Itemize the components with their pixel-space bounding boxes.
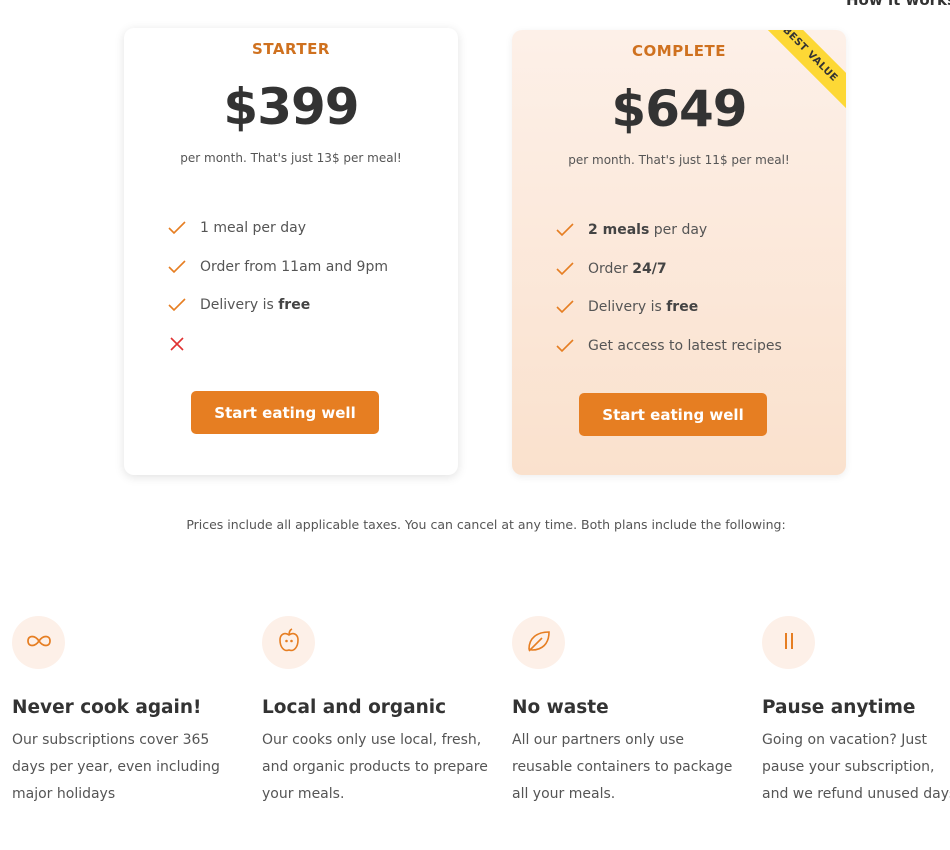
- plan-feature-text: 1 meal per day: [200, 220, 306, 237]
- plan-feature-list: 2 meals per day Order 24/7 Delivery is f…: [554, 211, 782, 365]
- checkmark-icon: [166, 217, 188, 239]
- checkmark-icon: [554, 219, 576, 241]
- nav-link-how-it-works[interactable]: How it works: [846, 0, 950, 9]
- plan-feature-text: 2 meals per day: [588, 222, 708, 239]
- checkmark-icon: [554, 296, 576, 318]
- plan-feature-item: Order 24/7: [554, 250, 782, 289]
- start-eating-well-button[interactable]: Start eating well: [191, 391, 379, 434]
- feature-title: Pause anytime: [762, 697, 916, 718]
- feature-icon-circle: [262, 616, 315, 669]
- checkmark-icon: [166, 294, 188, 316]
- pricing-card-complete: BEST VALUE COMPLETE $649 per month. That…: [512, 30, 846, 475]
- plan-feature-item: Delivery is free: [554, 288, 782, 327]
- plan-feature-item: Order from 11am and 9pm: [166, 248, 388, 287]
- plan-name: COMPLETE: [632, 42, 726, 60]
- checkmark-icon: [554, 258, 576, 280]
- plan-feature-item: [166, 325, 388, 364]
- plan-price-note: per month. That's just 13$ per meal!: [180, 151, 402, 165]
- cross-icon: [166, 333, 188, 355]
- feature-icon-circle: [12, 616, 65, 669]
- apple-icon: [277, 627, 301, 658]
- pricing-note: Prices include all applicable taxes. You…: [186, 517, 786, 532]
- infinity-icon: [25, 633, 53, 653]
- feature-pause-anytime: Pause anytime Going on vacation? Just pa…: [762, 616, 950, 808]
- plan-feature-text: Delivery is free: [200, 297, 311, 314]
- pause-icon: [781, 631, 797, 655]
- plan-price: $399: [223, 78, 359, 136]
- feature-title: Never cook again!: [12, 697, 202, 718]
- plan-price: $649: [611, 80, 747, 138]
- plan-feature-text: Get access to latest recipes: [588, 337, 782, 354]
- feature-title: No waste: [512, 697, 609, 718]
- start-eating-well-button[interactable]: Start eating well: [579, 393, 767, 436]
- feature-description: All our partners only use reusable conta…: [512, 732, 733, 802]
- feature-icon-circle: [762, 616, 815, 669]
- checkmark-icon: [166, 256, 188, 278]
- checkmark-icon: [554, 335, 576, 357]
- plan-feature-text: Order from 11am and 9pm: [200, 258, 388, 275]
- plan-feature-item: Get access to latest recipes: [554, 327, 782, 366]
- plan-price-note: per month. That's just 11$ per meal!: [568, 153, 790, 167]
- plan-feature-item: Delivery is free: [166, 286, 388, 325]
- plan-name: STARTER: [252, 40, 330, 58]
- feature-description: Our subscriptions cover 365 days per yea…: [12, 732, 220, 802]
- feature-description: Going on vacation? Just pause your subsc…: [762, 732, 950, 802]
- feature-description: Our cooks only use local, fresh, and org…: [262, 732, 488, 802]
- plan-feature-text: Delivery is free: [588, 299, 699, 316]
- leaf-icon: [526, 629, 552, 657]
- feature-local-organic: Local and organic Our cooks only use loc…: [262, 616, 492, 808]
- feature-never-cook: Never cook again! Our subscriptions cove…: [12, 616, 242, 808]
- plan-feature-list: 1 meal per day Order from 11am and 9pm D…: [166, 209, 388, 363]
- plan-feature-item: 1 meal per day: [166, 209, 388, 248]
- pricing-card-starter: STARTER $399 per month. That's just 13$ …: [124, 28, 458, 475]
- plan-feature-item: 2 meals per day: [554, 211, 782, 250]
- feature-title: Local and organic: [262, 697, 447, 718]
- plan-feature-text: Order 24/7: [588, 260, 667, 277]
- feature-icon-circle: [512, 616, 565, 669]
- feature-no-waste: No waste All our partners only use reusa…: [512, 616, 742, 808]
